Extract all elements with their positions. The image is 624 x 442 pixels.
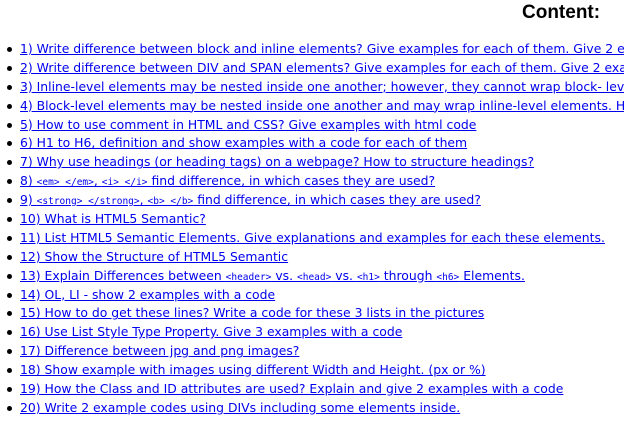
list-item: 7) Why use headings (or heading tags) on… — [0, 153, 624, 172]
bullet-icon — [7, 273, 12, 279]
list-item: 6) H1 to H6, definition and show example… — [0, 134, 624, 153]
bullet-icon — [7, 65, 12, 71]
link-text: 12) Show the Structure of HTML5 Semantic — [20, 248, 289, 264]
list-item: 9) <strong> </strong>, <b> </b> find dif… — [0, 191, 624, 210]
item-link[interactable]: 11) List HTML5 Semantic Elements. Give e… — [20, 230, 605, 245]
bullet-icon — [7, 368, 12, 374]
bullet-icon — [7, 179, 12, 185]
list-item: 16) Use List Style Type Property. Give 3… — [0, 323, 624, 342]
link-text: 10) What is HTML5 Semantic? — [20, 211, 206, 227]
list-item: 10) What is HTML5 Semantic? — [0, 210, 624, 229]
link-text: , — [139, 192, 148, 208]
item-link[interactable]: 6) H1 to H6, definition and show example… — [20, 135, 467, 150]
item-link[interactable]: 12) Show the Structure of HTML5 Semantic — [20, 249, 288, 264]
item-link[interactable]: 7) Why use headings (or heading tags) on… — [20, 154, 534, 169]
link-text: 5) How to use comment in HTML and CSS? G… — [20, 116, 477, 132]
item-link[interactable]: 10) What is HTML5 Semantic? — [20, 211, 206, 226]
bullet-icon — [7, 198, 12, 204]
bullet-icon — [7, 405, 12, 411]
item-link[interactable]: 4) Block-level elements may be nested in… — [20, 98, 624, 113]
link-text: Elements. — [459, 267, 525, 283]
bullet-icon — [7, 160, 12, 166]
bullet-icon — [7, 254, 12, 260]
bullet-icon — [7, 122, 12, 128]
item-link[interactable]: 14) OL, LI - show 2 examples with a code — [20, 287, 275, 302]
code-tag: <header> — [225, 271, 272, 283]
link-text: 3) Inline-level elements may be nested i… — [20, 78, 624, 94]
link-text: find difference, in which cases they are… — [193, 192, 481, 208]
code-tag: <h6> — [436, 271, 460, 283]
bullet-icon — [7, 141, 12, 147]
item-link[interactable]: 9) <strong> </strong>, <b> </b> find dif… — [20, 192, 481, 207]
item-link[interactable]: 8) <em> </em>, <i> </i> find difference,… — [20, 173, 435, 188]
link-text: vs. — [331, 267, 357, 283]
code-tag: <em> </em> — [36, 177, 94, 189]
link-text: 2) Write difference between DIV and SPAN… — [20, 59, 624, 75]
link-text: 11) List HTML5 Semantic Elements. Give e… — [20, 229, 605, 245]
list-item: 4) Block-level elements may be nested in… — [0, 97, 624, 116]
item-link[interactable]: 17) Difference between jpg and png image… — [20, 343, 299, 358]
list-item: 15) How to do get these lines? Write a c… — [0, 304, 624, 323]
item-link[interactable]: 16) Use List Style Type Property. Give 3… — [20, 324, 402, 339]
link-text: 8) — [20, 173, 37, 189]
link-text: find difference, in which cases they are… — [147, 173, 436, 189]
bullet-icon — [7, 387, 12, 393]
link-text: 9) — [20, 192, 37, 208]
list-item: 20) Write 2 example codes using DIVs inc… — [0, 399, 624, 418]
list-item: 12) Show the Structure of HTML5 Semantic — [0, 248, 624, 267]
code-tag: <i> </i> — [101, 177, 148, 189]
item-link[interactable]: 18) Show example with images using diffe… — [20, 362, 486, 377]
code-tag: <head> — [297, 271, 332, 283]
list-item: 17) Difference between jpg and png image… — [0, 342, 624, 361]
link-text: 19) How the Class and ID attributes are … — [20, 381, 564, 397]
link-text: 20) Write 2 example codes using DIVs inc… — [20, 399, 461, 415]
bullet-icon — [7, 103, 12, 109]
list-item: 3) Inline-level elements may be nested i… — [0, 78, 624, 97]
link-text: 18) Show example with images using diffe… — [20, 362, 486, 378]
item-link[interactable]: 19) How the Class and ID attributes are … — [20, 381, 563, 396]
bullet-icon — [7, 330, 12, 336]
item-link[interactable]: 20) Write 2 example codes using DIVs inc… — [20, 400, 460, 415]
list-item: 11) List HTML5 Semantic Elements. Give e… — [0, 229, 624, 248]
list-item: 18) Show example with images using diffe… — [0, 361, 624, 380]
bullet-icon — [7, 84, 12, 90]
bullet-icon — [7, 311, 12, 317]
item-link[interactable]: 5) How to use comment in HTML and CSS? G… — [20, 117, 476, 132]
list-item: 2) Write difference between DIV and SPAN… — [0, 59, 624, 78]
link-text: 1) Write difference between block and in… — [20, 41, 624, 56]
list-item: 13) Explain Differences between <header>… — [0, 267, 624, 286]
bullet-icon — [7, 47, 12, 52]
item-link[interactable]: 3) Inline-level elements may be nested i… — [20, 79, 624, 94]
link-text: 17) Difference between jpg and png image… — [20, 343, 300, 359]
content-list: 1) Write difference between block and in… — [0, 40, 624, 418]
list-item: 5) How to use comment in HTML and CSS? G… — [0, 116, 624, 135]
list-item: 8) <em> </em>, <i> </i> find difference,… — [0, 172, 624, 191]
bullet-icon — [7, 292, 12, 298]
item-link[interactable]: 15) How to do get these lines? Write a c… — [20, 305, 484, 320]
link-text: 7) Why use headings (or heading tags) on… — [20, 154, 535, 170]
link-text: , — [93, 173, 102, 189]
list-item: 19) How the Class and ID attributes are … — [0, 380, 624, 399]
item-link[interactable]: 13) Explain Differences between <header>… — [20, 268, 525, 283]
code-tag: <b> </b> — [147, 196, 194, 208]
list-item: 1) Write difference between block and in… — [0, 40, 624, 59]
page-title: Content: — [522, 2, 601, 23]
code-tag: <strong> </strong> — [36, 196, 140, 208]
link-text: 6) H1 to H6, definition and show example… — [20, 135, 468, 151]
link-text: through — [379, 267, 437, 283]
link-text: 15) How to do get these lines? Write a c… — [20, 305, 485, 321]
item-link[interactable]: 2) Write difference between DIV and SPAN… — [20, 60, 624, 75]
bullet-icon — [7, 217, 12, 223]
link-text: 14) OL, LI - show 2 examples with a code — [20, 286, 276, 302]
item-link[interactable]: 1) Write difference between block and in… — [20, 41, 624, 56]
link-text: 16) Use List Style Type Property. Give 3… — [20, 324, 403, 340]
list-item: 14) OL, LI - show 2 examples with a code — [0, 286, 624, 305]
code-tag: <h1> — [356, 271, 380, 283]
bullet-icon — [7, 235, 12, 241]
link-text: vs. — [271, 267, 297, 283]
link-text: 13) Explain Differences between — [20, 267, 226, 283]
link-text: 4) Block-level elements may be nested in… — [20, 97, 624, 113]
bullet-icon — [7, 349, 12, 355]
